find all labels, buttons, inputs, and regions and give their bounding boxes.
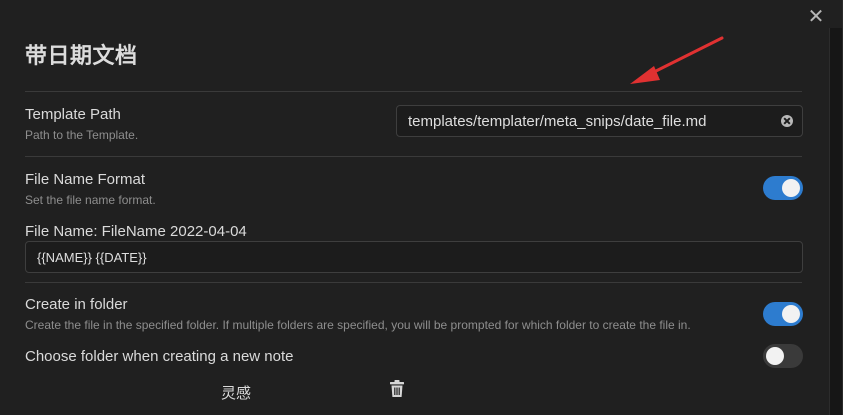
- divider: [25, 156, 802, 157]
- choose-folder-label: Choose folder when creating a new note: [25, 348, 294, 365]
- toggle-knob: [782, 305, 800, 323]
- file-name-format-input[interactable]: {{NAME}} {{DATE}}: [25, 241, 803, 273]
- divider: [25, 91, 802, 92]
- create-in-folder-toggle[interactable]: [763, 302, 803, 326]
- template-path-value: templates/templater/meta_snips/date_file…: [408, 112, 707, 130]
- file-name-format-toggle[interactable]: [763, 176, 803, 200]
- close-button[interactable]: ✕: [805, 6, 827, 28]
- scrollbar[interactable]: [829, 28, 842, 415]
- folder-item-name: 灵感: [221, 385, 252, 402]
- file-name-format-value: {{NAME}} {{DATE}}: [37, 249, 147, 265]
- toggle-knob: [782, 179, 800, 197]
- dialog-title: 带日期文档: [25, 43, 138, 68]
- file-name-format-label: File Name Format: [25, 171, 146, 188]
- close-icon: ✕: [807, 6, 825, 28]
- trash-icon[interactable]: [389, 380, 405, 398]
- choose-folder-toggle[interactable]: [763, 344, 803, 368]
- toggle-knob: [766, 347, 784, 365]
- divider: [25, 282, 802, 283]
- file-name-preview: File Name: FileName 2022-04-04: [25, 223, 247, 240]
- create-in-folder-description: Create the file in the specified folder.…: [25, 318, 691, 332]
- annotation-arrow-icon: [630, 36, 724, 84]
- create-in-folder-label: Create in folder: [25, 296, 128, 313]
- settings-modal: ✕ 带日期文档 Template Path Path to the Templa…: [0, 0, 843, 415]
- template-path-input[interactable]: templates/templater/meta_snips/date_file…: [396, 105, 803, 137]
- clear-icon[interactable]: [781, 115, 793, 127]
- file-name-format-description: Set the file name format.: [25, 193, 156, 207]
- template-path-label: Template Path: [25, 106, 121, 123]
- template-path-description: Path to the Template.: [25, 128, 139, 142]
